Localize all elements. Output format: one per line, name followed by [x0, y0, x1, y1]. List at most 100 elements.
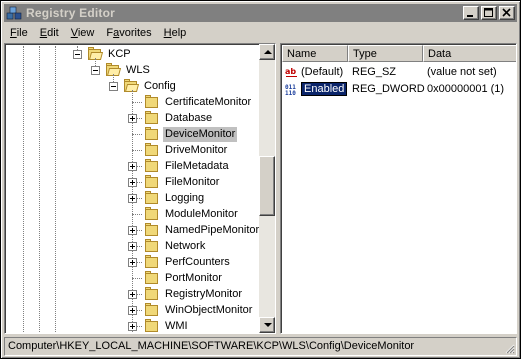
- menu-favorites[interactable]: Favorites: [100, 27, 157, 39]
- tree-expander-database[interactable]: [128, 114, 137, 123]
- status-path: Computer\HKEY_LOCAL_MACHINE\SOFTWARE\KCP…: [8, 340, 415, 352]
- value-data: 0x00000001 (1): [427, 83, 505, 95]
- column-header-name[interactable]: Name: [282, 45, 348, 62]
- minimize-button[interactable]: [463, 6, 479, 20]
- maximize-icon: [484, 8, 493, 17]
- folder-open-icon: [123, 79, 140, 93]
- folder-icon: [144, 287, 160, 301]
- tree-node-label: PortMonitor: [165, 271, 222, 284]
- value-row[interactable]: 011 110 Enabled REG_DWORD 0x00000001 (1): [282, 81, 504, 97]
- menu-bar: File Edit View Favorites Help: [4, 23, 517, 42]
- folder-icon: [144, 255, 160, 269]
- window-title: Registry Editor: [26, 6, 116, 20]
- tree-node-drivemonitor[interactable]: DriveMonitor: [144, 142, 229, 158]
- menu-help[interactable]: Help: [158, 27, 193, 39]
- string-value-icon: ab: [285, 66, 299, 79]
- tree-node-devicemonitor[interactable]: DeviceMonitor: [144, 126, 238, 142]
- tree-expander-wls[interactable]: [91, 66, 100, 75]
- tree-node-wmi[interactable]: WMI: [144, 318, 190, 332]
- value-row[interactable]: ab (Default) REG_SZ (value not set): [282, 64, 497, 80]
- key-tree: KCP WLS Config CertificateMonitor Databas…: [7, 46, 259, 332]
- value-data: (value not set): [427, 66, 497, 78]
- svg-text:110: 110: [285, 90, 296, 96]
- tree-node-label: Logging: [165, 191, 205, 204]
- folder-icon: [144, 223, 160, 237]
- status-bar: Computer\HKEY_LOCAL_MACHINE\SOFTWARE\KCP…: [4, 337, 517, 356]
- tree-node-filemetadata[interactable]: FileMetadata: [144, 158, 231, 174]
- tree-vertical-scrollbar[interactable]: [259, 44, 275, 333]
- folder-icon: [144, 239, 160, 253]
- tree-node-network[interactable]: Network: [144, 238, 207, 254]
- column-header-data[interactable]: Data: [423, 45, 516, 62]
- arrow-up-icon: [264, 50, 272, 54]
- tree-node-label: WMI: [165, 319, 188, 332]
- value-name-edit-field[interactable]: Enabled: [301, 82, 348, 96]
- tree-expander-filemetadata[interactable]: [128, 162, 137, 171]
- tree-expander-kcp[interactable]: [73, 50, 82, 59]
- tree-node-logging[interactable]: Logging: [144, 190, 206, 206]
- tree-expander-config[interactable]: [109, 82, 118, 91]
- tree-expander-registrymonitor[interactable]: [128, 290, 137, 299]
- tree-node-portmonitor[interactable]: PortMonitor: [144, 270, 224, 286]
- close-button[interactable]: [499, 6, 515, 20]
- tree-node-label: PerfCounters: [165, 255, 230, 268]
- tree-expander-logging[interactable]: [128, 194, 137, 203]
- folder-icon: [144, 191, 160, 205]
- value-type: REG_SZ: [352, 66, 397, 78]
- title-bar[interactable]: Registry Editor: [4, 4, 517, 22]
- list-header: Name Type Data: [282, 45, 516, 62]
- folder-icon: [144, 127, 160, 141]
- tree-node-registrymonitor[interactable]: RegistryMonitor: [144, 286, 244, 302]
- tree-expander-wmi[interactable]: [128, 322, 137, 331]
- folder-icon: [144, 319, 160, 332]
- tree-expander-filemonitor[interactable]: [128, 178, 137, 187]
- svg-text:ab: ab: [285, 67, 296, 76]
- tree-node-label: ModuleMonitor: [165, 207, 238, 220]
- tree-node-label: WLS: [126, 63, 150, 76]
- folder-icon: [144, 175, 160, 189]
- tree-node-label: FileMonitor: [165, 175, 220, 188]
- minimize-icon: [467, 15, 473, 17]
- tree-node-namedpipemonitor[interactable]: NamedPipeMonitor: [144, 222, 259, 238]
- scroll-thumb[interactable]: [259, 156, 275, 216]
- tree-node-label: RegistryMonitor: [165, 287, 243, 300]
- menu-edit[interactable]: Edit: [34, 27, 65, 39]
- scroll-up-button[interactable]: [259, 44, 275, 60]
- tree-expander-winobjectmonitor[interactable]: [128, 306, 137, 315]
- key-tree-pane[interactable]: KCP WLS Config CertificateMonitor Databas…: [4, 43, 276, 334]
- tree-expander-perfcounters[interactable]: [128, 258, 137, 267]
- dword-value-icon: 011 110: [285, 83, 299, 97]
- registry-editor-window: Registry Editor File Edit View Favorites…: [0, 0, 521, 359]
- folder-icon: [144, 95, 160, 109]
- registry-editor-icon: [6, 5, 22, 21]
- tree-node-certificatemonitor[interactable]: CertificateMonitor: [144, 94, 253, 110]
- tree-node-database[interactable]: Database: [144, 110, 214, 126]
- tree-node-winobjectmonitor[interactable]: WinObjectMonitor: [144, 302, 254, 318]
- close-icon: [502, 8, 511, 17]
- values-list-pane[interactable]: Name Type Data ab (Default) REG_SZ (valu…: [280, 43, 517, 334]
- tree-expander-network[interactable]: [128, 242, 137, 251]
- folder-icon: [144, 303, 160, 317]
- tree-node-perfcounters[interactable]: PerfCounters: [144, 254, 232, 270]
- tree-node-label: Network: [165, 239, 206, 252]
- maximize-button[interactable]: [481, 6, 497, 20]
- menu-file[interactable]: File: [4, 27, 34, 39]
- folder-icon: [144, 207, 160, 221]
- tree-node-filemonitor[interactable]: FileMonitor: [144, 174, 221, 190]
- folder-icon: [144, 143, 160, 157]
- tree-expander-namedpipemonitor[interactable]: [128, 226, 137, 235]
- tree-node-label: CertificateMonitor: [165, 95, 252, 108]
- value-name: (Default): [301, 66, 344, 78]
- folder-icon: [144, 159, 160, 173]
- menu-view[interactable]: View: [65, 27, 101, 39]
- tree-node-kcp[interactable]: KCP: [87, 46, 133, 62]
- tree-node-label: WinObjectMonitor: [165, 303, 253, 316]
- tree-node-label: Database: [165, 111, 213, 124]
- arrow-down-icon: [264, 323, 272, 327]
- tree-node-modulemonitor[interactable]: ModuleMonitor: [144, 206, 240, 222]
- tree-node-label: Config: [144, 79, 176, 92]
- tree-node-label: KCP: [108, 47, 131, 60]
- resize-grip-icon[interactable]: [503, 342, 515, 354]
- scroll-down-button[interactable]: [259, 317, 275, 333]
- column-header-type[interactable]: Type: [348, 45, 423, 62]
